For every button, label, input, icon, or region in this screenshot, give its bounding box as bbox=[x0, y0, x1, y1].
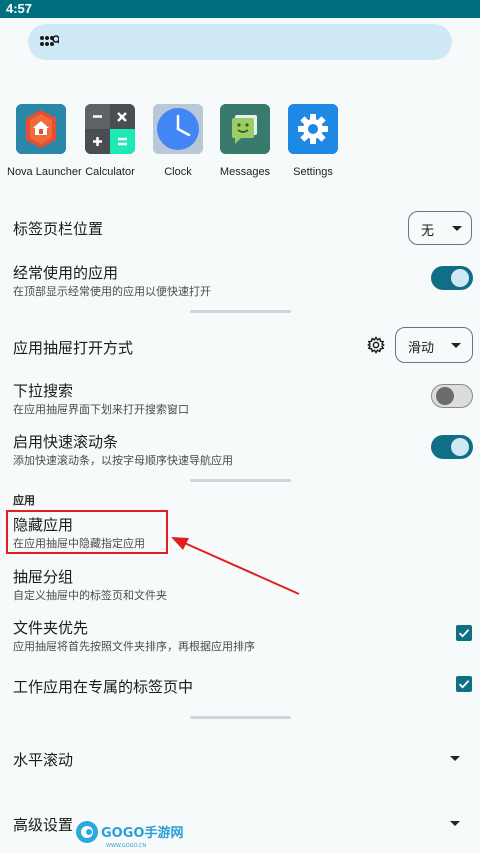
checkmark-icon bbox=[458, 680, 470, 689]
status-time: 4:57 bbox=[6, 1, 33, 16]
app-label: Settings bbox=[293, 166, 333, 178]
setting-subtitle: 应用抽屉将首先按照文件夹排序，再根据应用排序 bbox=[13, 640, 255, 653]
google-dots-search-icon bbox=[40, 35, 59, 46]
setting-title: 标签页栏位置 bbox=[13, 220, 104, 238]
section-divider bbox=[190, 310, 291, 313]
section-divider bbox=[190, 716, 291, 719]
watermark-sub: WWW.GOGO.CN bbox=[106, 843, 146, 849]
setting-title: 下拉搜索 bbox=[13, 382, 74, 400]
app-clock[interactable]: Clock bbox=[144, 104, 212, 178]
clock-icon bbox=[153, 104, 203, 154]
dropdown-value: 无 bbox=[421, 224, 435, 239]
setting-title: 工作应用在专属的标签页中 bbox=[13, 678, 194, 696]
watermark-text: GOGO手游网 bbox=[101, 825, 183, 841]
app-label: Clock bbox=[164, 166, 192, 178]
nova-launcher-icon bbox=[16, 104, 66, 154]
fast-scrollbar-toggle[interactable] bbox=[431, 435, 473, 459]
section-divider bbox=[190, 479, 291, 482]
work-apps-tab-checkbox[interactable] bbox=[456, 676, 472, 692]
setting-title: 应用抽屉打开方式 bbox=[13, 339, 134, 357]
app-label: Nova Launcher bbox=[7, 166, 82, 178]
pull-down-search-toggle[interactable] bbox=[431, 384, 473, 408]
chevron-down-icon bbox=[450, 821, 460, 826]
app-messages[interactable]: Messages bbox=[211, 104, 279, 178]
tab-bar-position-dropdown[interactable]: 无 bbox=[408, 211, 472, 245]
toggle-knob bbox=[451, 269, 469, 287]
annotation-arrow bbox=[171, 537, 300, 595]
section-header-apps: 应用 bbox=[13, 494, 35, 507]
drawer-open-style-dropdown[interactable]: 滑动 bbox=[395, 327, 473, 363]
status-bar: 4:57 bbox=[0, 0, 480, 18]
setting-title: 水平滚动 bbox=[13, 751, 74, 769]
app-label: Messages bbox=[219, 166, 271, 178]
watermark-logo: GOGO手游网 WWW.GOGO.CN bbox=[74, 819, 184, 849]
chevron-down-icon bbox=[451, 343, 461, 348]
chevron-down-icon bbox=[452, 226, 462, 231]
checkmark-icon bbox=[458, 629, 470, 638]
app-label: Calculator bbox=[85, 166, 135, 178]
app-settings[interactable]: Settings bbox=[279, 104, 347, 178]
annotation-highlight-box bbox=[6, 510, 168, 554]
frequent-apps-toggle[interactable] bbox=[431, 266, 473, 290]
setting-title: 文件夹优先 bbox=[13, 619, 89, 637]
setting-subtitle: 在应用抽屉界面下划来打开搜索窗口 bbox=[13, 403, 189, 416]
setting-title: 经常使用的应用 bbox=[13, 264, 119, 282]
gear-icon[interactable] bbox=[367, 336, 385, 354]
search-bar[interactable] bbox=[28, 24, 452, 60]
messages-icon bbox=[220, 104, 270, 154]
setting-subtitle: 自定义抽屉中的标签页和文件夹 bbox=[13, 589, 167, 602]
app-calculator[interactable]: Calculator bbox=[76, 104, 144, 178]
toggle-knob bbox=[451, 438, 469, 456]
setting-subtitle: 在顶部显示经常使用的应用以便快速打开 bbox=[13, 285, 211, 298]
chevron-down-icon bbox=[450, 756, 460, 761]
setting-subtitle: 添加快速滚动条，以按字母顺序快速导航应用 bbox=[13, 454, 233, 467]
calculator-icon bbox=[85, 104, 135, 154]
setting-title: 启用快速滚动条 bbox=[13, 433, 119, 451]
settings-gear-icon bbox=[288, 104, 338, 154]
setting-title: 高级设置 bbox=[13, 816, 74, 834]
dropdown-value: 滑动 bbox=[408, 341, 435, 356]
folders-first-checkbox[interactable] bbox=[456, 625, 472, 641]
gogo-logo-icon: GOGO手游网 WWW.GOGO.CN bbox=[76, 821, 183, 849]
app-nova-launcher[interactable]: Nova Launcher bbox=[7, 104, 82, 178]
toggle-knob bbox=[436, 387, 454, 405]
setting-title: 抽屉分组 bbox=[13, 568, 74, 586]
